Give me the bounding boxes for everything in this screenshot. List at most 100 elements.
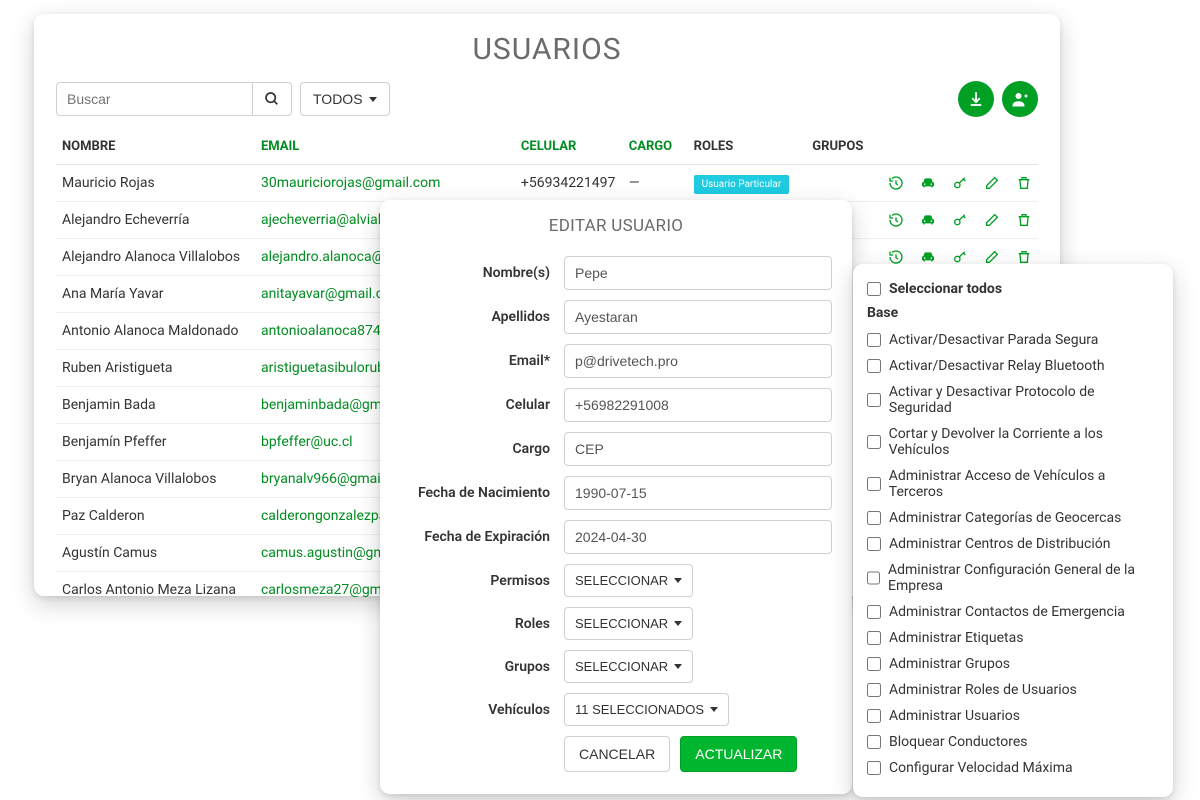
email-link[interactable]: bryanalv966@gmail.c [261,471,395,487]
col-roles[interactable]: ROLES [688,131,807,165]
search-button[interactable] [252,82,292,116]
permission-checkbox[interactable] [867,605,881,619]
cell-nombre: Alejandro Alanoca Villalobos [56,239,255,276]
permission-checkbox[interactable] [867,657,881,671]
edit-icon[interactable] [984,175,1000,191]
permission-item: Cortar y Devolver la Corriente a los Veh… [867,421,1159,463]
input-cargo[interactable] [564,432,832,466]
chevron-down-icon [674,578,682,583]
permission-label: Administrar Centros de Distribución [889,536,1110,552]
edit-icon[interactable] [984,249,1000,265]
select-all-label: Seleccionar todos [889,281,1002,297]
input-expiracion[interactable] [564,520,832,554]
email-link[interactable]: antonioalanoca874@ [261,323,393,339]
filter-dropdown[interactable]: TODOS [300,82,390,116]
permission-item: Bloquear Conductores [867,729,1159,755]
permission-checkbox[interactable] [867,359,881,373]
input-nacimiento[interactable] [564,476,832,510]
permission-item: Administrar Configuración General de la … [867,557,1159,599]
permission-item: Activar/Desactivar Parada Segura [867,327,1159,353]
dropdown-roles[interactable]: SELECCIONAR [564,607,693,640]
permission-label: Administrar Roles de Usuarios [889,682,1077,698]
permission-checkbox[interactable] [867,435,881,449]
permission-checkbox[interactable] [867,709,881,723]
email-link[interactable]: alejandro.alanoca@g [261,249,392,265]
download-button[interactable] [958,81,994,117]
label-roles: Roles [400,616,550,632]
label-expiracion: Fecha de Expiración [400,529,550,545]
email-link[interactable]: ajecheverria@alvial.c [261,212,392,228]
email-link[interactable]: camus.agustin@gma [261,545,393,561]
email-link[interactable]: benjaminbada@gma [261,397,390,413]
cell-nombre: Agustín Camus [56,535,255,572]
email-link[interactable]: aristiguetasibulorube [261,360,393,376]
email-link[interactable]: carlosmeza27@gmai [261,582,393,598]
email-link[interactable]: calderongonzalezpaz [261,508,393,524]
modal-title: EDITAR USUARIO [400,216,832,236]
dropdown-permisos[interactable]: SELECCIONAR [564,564,693,597]
dropdown-grupos[interactable]: SELECCIONAR [564,650,693,683]
cell-nombre: Bryan Alanoca Villalobos [56,461,255,498]
input-email[interactable] [564,344,832,378]
permission-checkbox[interactable] [867,333,881,347]
col-grupos[interactable]: GRUPOS [806,131,869,165]
history-icon[interactable] [888,249,904,265]
perm-group-label: Base [867,302,1159,327]
permission-checkbox[interactable] [867,393,881,407]
permission-checkbox[interactable] [867,631,881,645]
permission-checkbox[interactable] [867,477,881,491]
user-plus-icon [1011,90,1029,108]
permission-checkbox[interactable] [867,511,881,525]
add-user-button[interactable] [1002,81,1038,117]
car-icon[interactable] [920,175,936,191]
cell-celular: +56934221497 [515,165,623,202]
permission-item: Administrar Centros de Distribución [867,531,1159,557]
cell-nombre: Antonio Alanoca Maldonado [56,313,255,350]
permission-checkbox[interactable] [867,683,881,697]
email-link[interactable]: bpfeffer@uc.cl [261,434,353,450]
cell-cargo: — [623,165,688,202]
chevron-down-icon [674,664,682,669]
search-input[interactable] [56,82,252,116]
permission-item: Administrar Categorías de Geocercas [867,505,1159,531]
cell-nombre: Alejandro Echeverría [56,202,255,239]
input-celular[interactable] [564,388,832,422]
permission-item: Administrar Acceso de Vehículos a Tercer… [867,463,1159,505]
permission-item: Administrar Etiquetas [867,625,1159,651]
car-icon[interactable] [920,212,936,228]
key-icon[interactable] [952,249,968,265]
key-icon[interactable] [952,212,968,228]
save-button[interactable]: ACTUALIZAR [680,736,797,772]
label-nacimiento: Fecha de Nacimiento [400,485,550,501]
history-icon[interactable] [888,212,904,228]
trash-icon[interactable] [1016,175,1032,191]
label-vehiculos: Vehículos [400,702,550,718]
toolbar: TODOS [56,81,1038,117]
permission-checkbox[interactable] [867,735,881,749]
permission-checkbox[interactable] [867,761,881,775]
cancel-button[interactable]: CANCELAR [564,736,670,772]
chevron-down-icon [674,621,682,626]
trash-icon[interactable] [1016,212,1032,228]
col-nombre[interactable]: NOMBRE [56,131,255,165]
email-link[interactable]: anitayavar@gmail.co [261,286,391,302]
dropdown-vehiculos[interactable]: 11 SELECCIONADOS [564,693,729,726]
car-icon[interactable] [920,249,936,265]
edit-icon[interactable] [984,212,1000,228]
email-link[interactable]: 30mauriciorojas@gmail.com [261,175,440,191]
label-celular: Celular [400,397,550,413]
history-icon[interactable] [888,175,904,191]
select-all-checkbox[interactable] [867,282,881,296]
permission-checkbox[interactable] [867,571,880,585]
permission-checkbox[interactable] [867,537,881,551]
permission-item: Activar y Desactivar Protocolo de Seguri… [867,379,1159,421]
col-celular[interactable]: CELULAR [515,131,623,165]
col-cargo[interactable]: CARGO [623,131,688,165]
cell-nombre: Ruben Aristigueta [56,350,255,387]
trash-icon[interactable] [1016,249,1032,265]
key-icon[interactable] [952,175,968,191]
input-apellidos[interactable] [564,300,832,334]
input-nombres[interactable] [564,256,832,290]
col-email[interactable]: EMAIL [255,131,515,165]
cell-nombre: Mauricio Rojas [56,165,255,202]
